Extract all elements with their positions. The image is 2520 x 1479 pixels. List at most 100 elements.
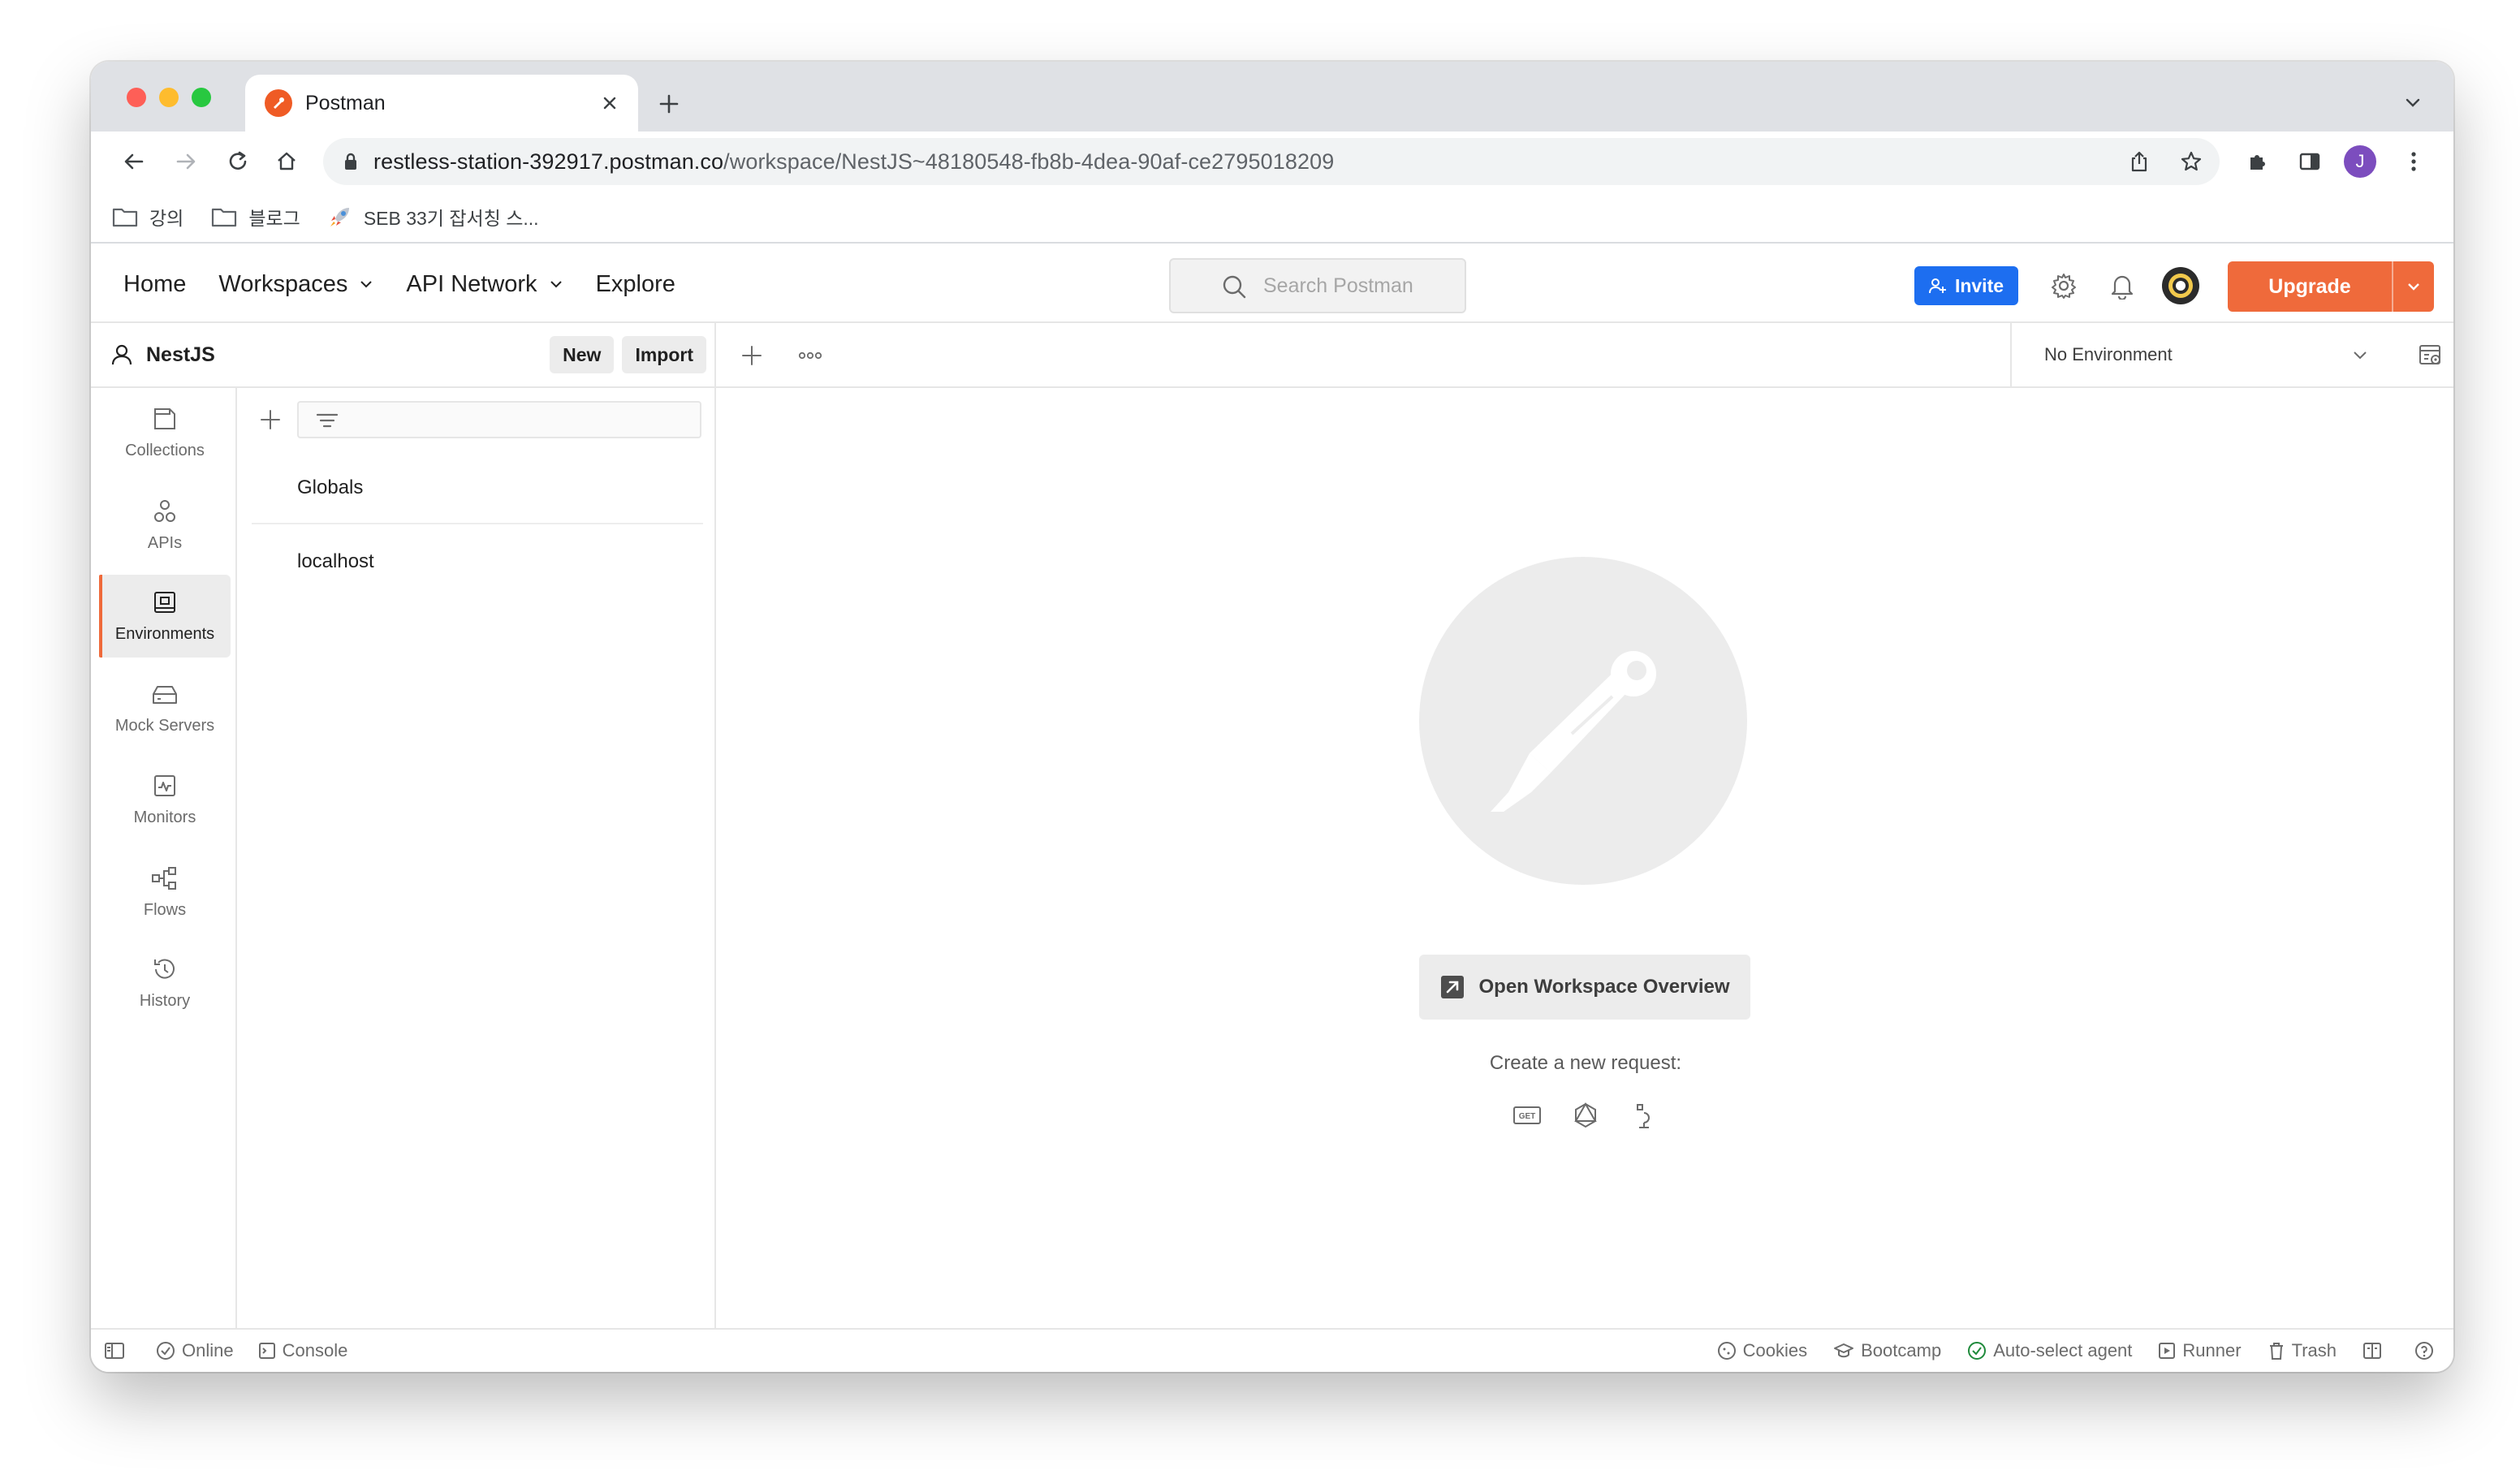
chevron-down-icon <box>550 281 562 288</box>
external-link-icon <box>1441 976 1465 998</box>
sidebar-item-environments[interactable]: Environments <box>99 575 231 658</box>
side-panel-icon[interactable] <box>2291 143 2328 180</box>
sidebar-item-history[interactable]: History <box>99 942 231 1024</box>
bookmark-item[interactable]: 강의 <box>112 203 183 231</box>
close-window-button[interactable] <box>127 88 146 107</box>
status-cookies-label: Cookies <box>1742 1340 1808 1360</box>
sidebar-item-label: History <box>139 991 191 1010</box>
status-console[interactable]: Console <box>258 1340 347 1361</box>
forward-arrow-icon[interactable] <box>167 143 205 180</box>
browser-menu-icon[interactable] <box>2395 143 2432 180</box>
status-cookies[interactable]: Cookies <box>1717 1340 1807 1361</box>
sidebar-item-mock-servers[interactable]: Mock Servers <box>99 667 231 750</box>
bookmark-label: 블로그 <box>248 208 300 229</box>
new-tab-icon[interactable] <box>651 86 687 122</box>
filter-input[interactable] <box>297 401 701 438</box>
nav-explore[interactable]: Explore <box>596 271 675 298</box>
search-placeholder: Search Postman <box>1263 274 1413 297</box>
grpc-icon[interactable] <box>1625 1096 1663 1135</box>
tab-search-chevron-icon[interactable] <box>2397 86 2429 119</box>
status-trash-label: Trash <box>2291 1340 2337 1360</box>
browser-window: Postman restless-station-392917.postman.… <box>91 62 2453 1372</box>
status-auto-select-agent[interactable]: Auto-select agent <box>1967 1340 2132 1361</box>
status-online-label: Online <box>182 1340 234 1360</box>
monitors-icon <box>154 774 175 796</box>
sidebar-item-collections[interactable]: Collections <box>99 391 231 474</box>
nav-home[interactable]: Home <box>123 271 186 298</box>
sidebar-item-apis[interactable]: APIs <box>99 484 231 567</box>
chevron-down-icon <box>2408 283 2419 291</box>
create-environment-icon[interactable] <box>255 404 286 435</box>
minimize-window-button[interactable] <box>159 88 179 107</box>
reload-icon[interactable] <box>219 143 257 180</box>
filter-icon <box>316 413 339 428</box>
sidebar-item-monitors[interactable]: Monitors <box>99 758 231 841</box>
back-arrow-icon[interactable] <box>115 143 153 180</box>
status-agent-label: Auto-select agent <box>1993 1340 2133 1360</box>
http-get-icon[interactable]: GET <box>1508 1096 1547 1135</box>
nav-api-network[interactable]: API Network <box>406 271 563 298</box>
status-online[interactable]: Online <box>156 1340 234 1361</box>
notifications-bell-icon[interactable] <box>2103 266 2142 305</box>
search-icon <box>1223 275 1246 299</box>
cookie-icon <box>1717 1342 1736 1360</box>
environment-item-localhost[interactable]: localhost <box>252 526 703 597</box>
browser-tab[interactable]: Postman <box>245 75 638 132</box>
sidebar-item-label: Flows <box>143 900 187 919</box>
tab-close-icon[interactable] <box>598 91 622 115</box>
environment-selector[interactable]: No Environment <box>2010 323 2405 386</box>
status-runner[interactable]: Runner <box>2158 1340 2242 1361</box>
graphql-icon[interactable] <box>1566 1096 1605 1135</box>
workspace-bar: NestJS New Import <box>91 323 716 388</box>
chevron-down-icon <box>2354 351 2367 360</box>
share-icon[interactable] <box>2121 143 2158 180</box>
two-pane-view-icon[interactable] <box>2362 1342 2388 1360</box>
help-icon[interactable] <box>2414 1341 2440 1360</box>
overview-button-label: Open Workspace Overview <box>1478 976 1730 998</box>
new-tab-plus-icon[interactable] <box>736 339 768 372</box>
apis-icon <box>154 499 175 522</box>
environment-item-globals[interactable]: Globals <box>252 453 703 524</box>
upgrade-dropdown[interactable] <box>2392 261 2434 312</box>
create-request-label: Create a new request: <box>1489 1052 1682 1074</box>
sidebar-item-flows[interactable]: Flows <box>99 851 231 934</box>
invite-label: Invite <box>1954 274 2004 296</box>
sidebar-item-label: Collections <box>125 441 205 459</box>
user-avatar[interactable] <box>2161 266 2200 305</box>
bookmark-item[interactable]: SEB 33기 잡서칭 스... <box>328 203 539 231</box>
chevron-down-icon <box>360 281 373 288</box>
new-label: New <box>563 343 602 365</box>
bookmark-star-icon[interactable] <box>2173 143 2210 180</box>
status-bar: Online Console Cookies Bootcamp Auto-sel… <box>91 1328 2453 1372</box>
extensions-puzzle-icon[interactable] <box>2239 143 2276 180</box>
profile-avatar[interactable]: J <box>2341 143 2379 180</box>
sidebar: Collections APIs Environments Mock Serve… <box>91 388 237 1328</box>
home-icon[interactable] <box>268 143 305 180</box>
check-circle-green-icon <box>1968 1342 1987 1360</box>
open-workspace-overview-button[interactable]: Open Workspace Overview <box>1419 955 1750 1020</box>
search-input[interactable]: Search Postman <box>1169 258 1466 313</box>
nav-workspaces[interactable]: Workspaces <box>218 271 373 298</box>
mock-servers-icon <box>153 685 177 704</box>
rocket-icon <box>330 208 349 226</box>
import-button[interactable]: Import <box>622 336 706 373</box>
maximize-window-button[interactable] <box>192 88 211 107</box>
create-request-icons: GET <box>718 1096 2453 1135</box>
status-bootcamp[interactable]: Bootcamp <box>1833 1340 1941 1361</box>
bookmark-item[interactable]: 블로그 <box>211 203 300 231</box>
upgrade-button[interactable]: Upgrade <box>2228 261 2434 312</box>
status-right-group: Cookies Bootcamp Auto-select agent Runne… <box>1691 1340 2440 1361</box>
toggle-sidebar-icon[interactable] <box>104 1342 132 1360</box>
status-trash[interactable]: Trash <box>2268 1340 2337 1361</box>
settings-gear-icon[interactable] <box>2044 266 2083 305</box>
tab-title: Postman <box>305 91 386 114</box>
more-options-icon[interactable] <box>794 339 826 372</box>
bookmarks-bar: 강의 블로그 SEB 33기 잡서칭 스... <box>91 192 2453 244</box>
workspace-name[interactable]: NestJS <box>146 343 550 367</box>
environments-icon <box>154 591 175 613</box>
new-button[interactable]: New <box>550 336 615 373</box>
bookmark-label: 강의 <box>149 208 184 229</box>
environment-quick-look-icon[interactable] <box>2413 338 2449 373</box>
address-bar[interactable]: restless-station-392917.postman.co/works… <box>323 138 2220 185</box>
invite-button[interactable]: Invite <box>1914 266 2018 305</box>
